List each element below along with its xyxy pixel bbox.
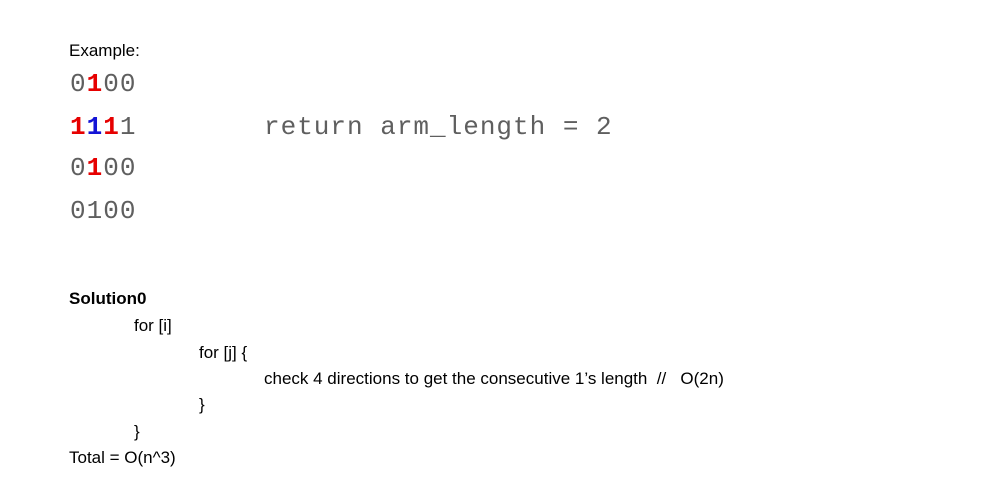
grid-cell: 1 [86, 69, 104, 99]
grid-cell: 0 [103, 69, 120, 99]
grid-row: 0100 [70, 196, 136, 226]
grid-cell: 0 [119, 196, 137, 226]
grid-cell: 1 [86, 196, 104, 226]
grid-cell: 1 [119, 112, 137, 142]
grid-cell: 0 [70, 153, 87, 183]
example-label: Example: [69, 41, 140, 60]
code-line: for [i] [134, 316, 172, 335]
return-statement: return arm_length = 2 [264, 112, 613, 142]
grid-row: 1111 [70, 112, 136, 142]
grid-cell: 1 [86, 112, 104, 142]
code-line: check 4 directions to get the consecutiv… [264, 369, 724, 388]
code-line: } [199, 395, 205, 414]
grid-cell: 1 [86, 153, 104, 183]
grid-cell: 0 [119, 69, 137, 99]
total-complexity: Total = O(n^3) [69, 448, 176, 467]
grid-cell: 0 [70, 196, 87, 226]
grid-cell: 0 [119, 153, 137, 183]
grid-cell: 0 [70, 69, 87, 99]
solution-title: Solution0 [69, 289, 147, 308]
code-line: } [134, 422, 140, 441]
grid-cell: 0 [103, 153, 120, 183]
grid-row: 0100 [70, 153, 136, 183]
grid-cell: 1 [103, 112, 120, 142]
grid-row: 0100 [70, 69, 136, 99]
code-line: for [j] { [199, 343, 248, 362]
grid-cell: 0 [103, 196, 120, 226]
grid-cell: 1 [70, 112, 87, 142]
